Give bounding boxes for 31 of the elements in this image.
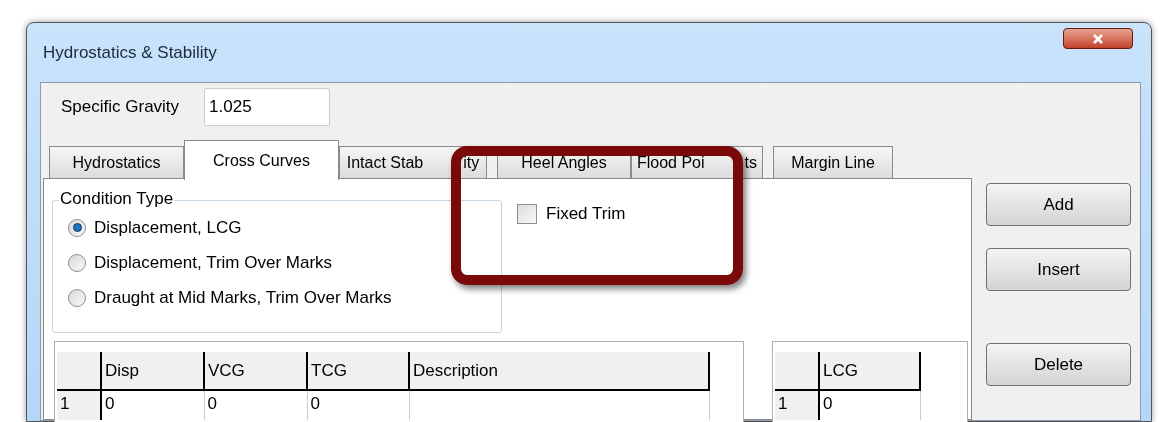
- radio-button[interactable]: [68, 288, 86, 307]
- row-header: 1: [775, 390, 819, 420]
- field-label: Specific Gravity: [61, 96, 180, 119]
- column-header: TCG: [307, 352, 409, 390]
- close-button[interactable]: [1063, 28, 1133, 49]
- table-cell: 0: [204, 390, 307, 420]
- radio-label: Draught at Mid Marks, Trim Over Marks: [94, 286, 392, 309]
- tab[interactable]: Cross Curves: [184, 140, 339, 180]
- action-button[interactable]: Insert: [986, 248, 1131, 291]
- column-header: LCG: [819, 352, 920, 390]
- tab[interactable]: Hydrostatics: [49, 146, 184, 179]
- radio-button[interactable]: [68, 253, 86, 272]
- radio-label: Displacement, Trim Over Marks: [94, 251, 333, 274]
- column-header: Disp: [101, 352, 204, 390]
- group-title: Condition Type: [59, 189, 175, 209]
- table-cell: 0: [307, 390, 409, 420]
- checkbox-label: Fixed Trim: [546, 203, 626, 225]
- close-icon: [1092, 32, 1104, 45]
- radio-label: Displacement, LCG: [94, 216, 242, 239]
- radio-button[interactable]: [68, 218, 86, 237]
- tab[interactable]: Margin Line: [773, 146, 893, 179]
- column-header: VCG: [204, 352, 307, 390]
- checkbox[interactable]: [517, 203, 537, 224]
- action-button[interactable]: Add: [986, 183, 1131, 226]
- table-cell: 0: [819, 390, 920, 420]
- column-header: Description: [409, 352, 709, 390]
- row-header: 1: [57, 390, 101, 420]
- specific-gravity-field[interactable]: 1.025: [204, 88, 331, 126]
- window-title: Hydrostatics & Stability: [43, 42, 217, 65]
- action-button[interactable]: Delete: [986, 343, 1131, 386]
- table-cell: 0: [101, 390, 204, 420]
